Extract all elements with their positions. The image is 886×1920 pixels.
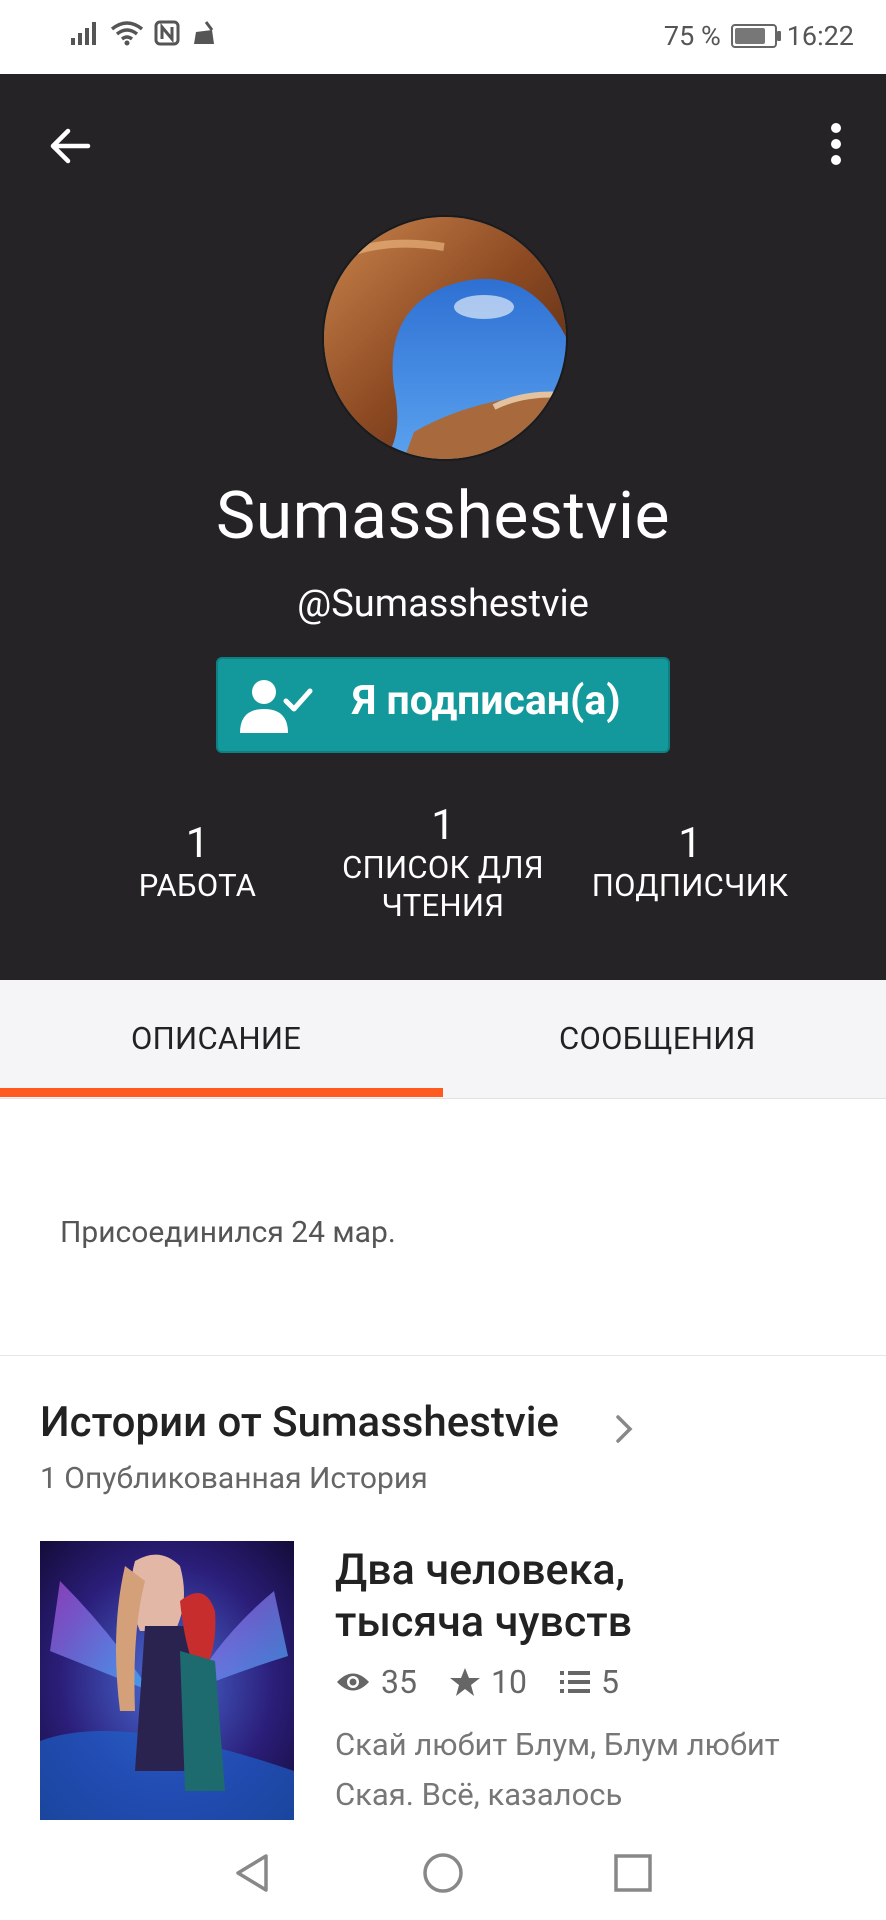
parts-count: 5 — [600, 1663, 619, 1701]
wifi-icon — [110, 21, 144, 46]
list-icon — [559, 1671, 590, 1693]
follow-button-label: Я подписан(а) — [352, 677, 621, 725]
avatar — [322, 215, 568, 461]
stat-works[interactable]: 1 РАБОТА — [100, 821, 295, 905]
tab-bar: ОПИСАНИЕ СООБЩЕНИЯ — [0, 980, 886, 1099]
story-meta: 35 10 5 — [335, 1663, 651, 1701]
story-title[interactable]: Два человека, тысяча чувств — [335, 1544, 755, 1648]
chevron-right-icon[interactable] — [612, 1412, 636, 1446]
eye-icon — [337, 1673, 369, 1691]
stat-value: 1 — [185, 819, 210, 868]
reads-count: 35 — [381, 1663, 417, 1701]
stat-value: 1 — [678, 819, 702, 868]
stat-label: ПОДПИСЧИК — [591, 867, 789, 904]
stories-title[interactable]: Истории от Sumasshestvie — [40, 1398, 559, 1447]
status-bar: 75 % 16:22 — [0, 0, 886, 74]
tab-about[interactable]: ОПИСАНИЕ — [131, 1020, 301, 1057]
status-right: 75 % 16:22 — [664, 20, 854, 52]
arrow-back-icon[interactable] — [44, 120, 96, 172]
system-nav-bar — [0, 1828, 886, 1920]
votes-count: 10 — [490, 1663, 527, 1701]
profile-handle: @Sumasshestvie — [297, 582, 589, 626]
nav-back-icon[interactable] — [228, 1848, 278, 1898]
stat-value: 1 — [431, 801, 455, 850]
story-reads: 35 — [335, 1663, 417, 1701]
section-divider — [0, 1355, 886, 1356]
tab-messages[interactable]: СООБЩЕНИЯ — [559, 1020, 756, 1057]
joined-date: Присоединился 24 мар. — [60, 1215, 396, 1250]
story-parts: 5 — [559, 1663, 619, 1701]
status-icons — [70, 20, 218, 46]
nav-recents-icon[interactable] — [608, 1848, 658, 1898]
person-check-icon — [240, 680, 313, 733]
cleaner-icon — [194, 21, 214, 44]
profile-header: Sumasshestvie @Sumasshestvie Я подписан(… — [0, 74, 886, 980]
profile-stats: 1 РАБОТА 1 СПИСОК ДЛЯ ЧТЕНИЯ 1 ПОДПИСЧИК — [0, 803, 886, 979]
stat-reading-lists[interactable]: 1 СПИСОК ДЛЯ ЧТЕНИЯ — [328, 803, 558, 925]
story-cover-image[interactable] — [40, 1541, 294, 1820]
clock: 16:22 — [786, 20, 854, 52]
star-icon — [449, 1668, 480, 1696]
stories-count: 1 Опубликованная История — [40, 1461, 428, 1496]
follow-button[interactable]: Я подписан(а) — [216, 657, 670, 753]
profile-name: Sumasshestvie — [216, 478, 670, 555]
signal-icon — [71, 22, 96, 45]
nav-home-icon[interactable] — [418, 1848, 468, 1898]
battery-icon — [730, 24, 781, 48]
more-vertical-icon[interactable] — [826, 118, 846, 170]
nfc-icon — [154, 20, 180, 46]
stat-label: РАБОТА — [138, 867, 257, 904]
stat-followers[interactable]: 1 ПОДПИСЧИК — [580, 821, 800, 905]
story-votes: 10 — [449, 1663, 527, 1701]
battery-percent: 75 % — [663, 20, 721, 52]
story-description: Скай любит Блум, Блум любит Ская. Всё, к… — [335, 1726, 780, 1813]
stat-label: СПИСОК ДЛЯ ЧТЕНИЯ — [342, 849, 544, 924]
tab-indicator — [0, 1088, 443, 1097]
